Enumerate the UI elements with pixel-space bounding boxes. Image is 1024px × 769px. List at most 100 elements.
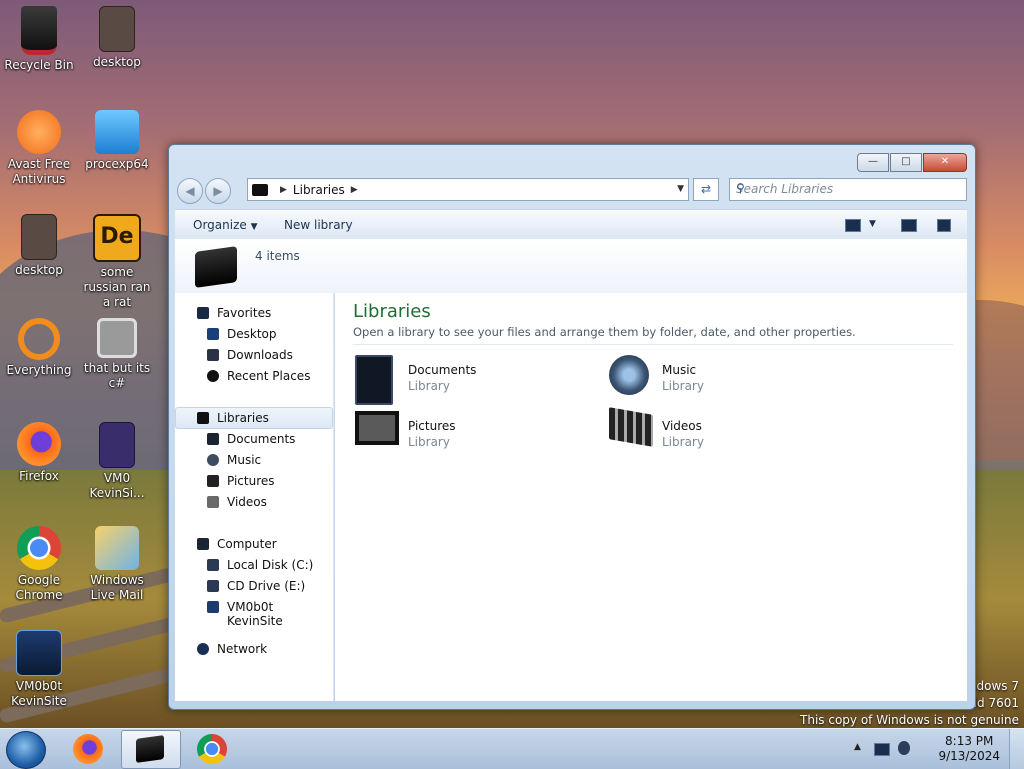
clock-time: 8:13 PM xyxy=(945,734,994,748)
nav-favorites[interactable]: Favorites xyxy=(175,303,331,323)
desktop-icon-vm0-kevinsi[interactable]: VM0 KevinSi... xyxy=(81,422,153,501)
caption-buttons: — □ ✕ xyxy=(856,153,967,172)
clock[interactable]: 8:13 PM 9/13/2024 xyxy=(938,734,1000,764)
forward-button[interactable]: ▶ xyxy=(205,178,231,204)
breadcrumb-arrow-icon[interactable]: ▶ xyxy=(351,185,358,195)
library-name: Videos xyxy=(662,419,702,433)
music-icon xyxy=(207,454,219,466)
nav-label: Computer xyxy=(217,537,277,551)
library-type: Library xyxy=(408,435,450,449)
desktop-icon-some-russian[interactable]: De some russian ran a rat xyxy=(81,214,153,310)
forward-arrow-icon: ▶ xyxy=(213,184,223,198)
desktop-icon-label: Firefox xyxy=(19,469,59,483)
library-videos[interactable]: Videos Library xyxy=(609,407,849,461)
close-button[interactable]: ✕ xyxy=(923,153,967,172)
desktop-icon-that-but-c[interactable]: that but its c# xyxy=(81,318,153,391)
documents-library-icon xyxy=(355,355,393,405)
firefox-icon xyxy=(73,734,103,764)
desktop-icon-label: that but its c# xyxy=(83,361,151,390)
favorites-star-icon xyxy=(197,307,209,319)
nav-libraries[interactable]: Libraries xyxy=(175,407,333,429)
search-icon[interactable]: ⚲ xyxy=(736,181,961,195)
libraries-large-icon xyxy=(195,246,237,288)
nav-label: Favorites xyxy=(217,306,272,320)
divider xyxy=(353,344,953,345)
desktop-icon-vm0b0t[interactable]: VM0b0t KevinSite xyxy=(3,630,75,709)
downloads-icon xyxy=(207,349,219,361)
desktop-icon-recycle-bin[interactable]: Recycle Bin xyxy=(3,6,75,73)
desktop-icon-label: Google Chrome xyxy=(15,573,63,602)
taskbar-firefox[interactable] xyxy=(60,730,118,767)
change-view-icon[interactable] xyxy=(845,219,861,232)
nav-documents[interactable]: Documents xyxy=(175,429,331,449)
nav-music[interactable]: Music xyxy=(175,450,331,470)
network-tray-icon[interactable] xyxy=(874,743,890,756)
vm-icon xyxy=(16,630,62,676)
nav-pictures[interactable]: Pictures xyxy=(175,471,331,491)
desktop-icon-desktop-2[interactable]: desktop xyxy=(3,214,75,278)
nav-label: Libraries xyxy=(217,411,269,425)
view-dropdown-icon[interactable]: ▼ xyxy=(869,219,876,229)
mail-icon xyxy=(95,526,139,570)
back-button[interactable]: ◀ xyxy=(177,178,203,204)
desktop-icon-avast[interactable]: Avast Free Antivirus xyxy=(3,110,75,187)
explorer-window[interactable]: — □ ✕ ◀ ▶ ▶ Libraries ▶ ▼ ⇄ Search Libra… xyxy=(168,144,976,710)
nav-videos[interactable]: Videos xyxy=(175,492,331,512)
desktop-icon-label: desktop xyxy=(93,55,141,69)
nav-local-disk[interactable]: Local Disk (C:) xyxy=(175,555,331,575)
address-bar[interactable]: ▶ Libraries ▶ ▼ xyxy=(247,178,689,201)
desktop-icon xyxy=(207,328,219,340)
show-desktop-button[interactable] xyxy=(1009,729,1024,769)
firefox-file-icon xyxy=(99,422,135,468)
library-name: Documents xyxy=(408,363,477,377)
refresh-button[interactable]: ⇄ xyxy=(693,178,719,201)
desktop-icon-procexp64[interactable]: procexp64 xyxy=(81,110,153,172)
library-type: Library xyxy=(662,379,704,393)
minimize-button[interactable]: — xyxy=(857,153,889,172)
library-pictures[interactable]: Pictures Library xyxy=(355,411,595,461)
clock-date: 9/13/2024 xyxy=(938,749,1000,763)
breadcrumb-libraries[interactable]: Libraries xyxy=(293,183,345,197)
address-dropdown-icon[interactable]: ▼ xyxy=(677,184,684,194)
desktop-icon-chrome[interactable]: Google Chrome xyxy=(3,526,75,603)
content-title: Libraries xyxy=(353,301,431,322)
nav-label: CD Drive (E:) xyxy=(227,579,306,593)
content-subtitle: Open a library to see your files and arr… xyxy=(353,325,856,339)
desktop-icon-everything[interactable]: Everything xyxy=(3,318,75,378)
help-icon[interactable] xyxy=(937,219,951,232)
desktop-icon-desktop[interactable]: desktop xyxy=(81,6,153,70)
back-arrow-icon: ◀ xyxy=(185,184,195,198)
organize-label: Organize xyxy=(193,218,247,232)
nav-vm-site[interactable]: VM0b0t KevinSite xyxy=(175,597,331,628)
start-button[interactable] xyxy=(6,731,46,769)
nav-computer[interactable]: Computer xyxy=(175,534,331,554)
taskbar-explorer[interactable] xyxy=(121,730,181,769)
desktop-icon-firefox[interactable]: Firefox xyxy=(3,422,75,484)
desktop-icon-label: some russian ran a rat xyxy=(83,265,151,309)
organize-button[interactable]: Organize ▼ xyxy=(193,218,258,232)
nav-desktop[interactable]: Desktop xyxy=(175,324,331,344)
search-box[interactable]: Search Libraries ⚲ xyxy=(729,178,967,201)
maximize-button[interactable]: □ xyxy=(890,153,922,172)
recent-places-icon xyxy=(207,370,219,382)
libraries-small-icon xyxy=(252,183,268,196)
library-name: Pictures xyxy=(408,419,456,433)
volume-tray-icon[interactable] xyxy=(898,741,910,755)
breadcrumb-arrow-icon[interactable]: ▶ xyxy=(280,185,287,195)
desktop-icon-label: Avast Free Antivirus xyxy=(7,157,71,186)
new-library-button[interactable]: New library xyxy=(284,218,353,232)
nav-cd-drive[interactable]: CD Drive (E:) xyxy=(175,576,331,596)
preview-pane-icon[interactable] xyxy=(901,219,917,232)
nav-network[interactable]: Network xyxy=(175,639,331,659)
library-music[interactable]: Music Library xyxy=(609,355,849,405)
library-documents[interactable]: Documents Library xyxy=(355,355,595,405)
nav-recent-places[interactable]: Recent Places xyxy=(175,366,331,386)
desktop-icon-label: Everything xyxy=(6,363,72,377)
taskbar-chrome[interactable] xyxy=(184,730,242,767)
nav-downloads[interactable]: Downloads xyxy=(175,345,331,365)
desktop-icon-windows-live-mail[interactable]: Windows Live Mail xyxy=(81,526,153,603)
library-name: Music xyxy=(662,363,697,377)
tray-expand-icon[interactable]: ▲ xyxy=(854,742,861,752)
desktop-icon-label: VM0 KevinSi... xyxy=(89,471,145,500)
nav-label: VM0b0t KevinSite xyxy=(227,600,283,628)
